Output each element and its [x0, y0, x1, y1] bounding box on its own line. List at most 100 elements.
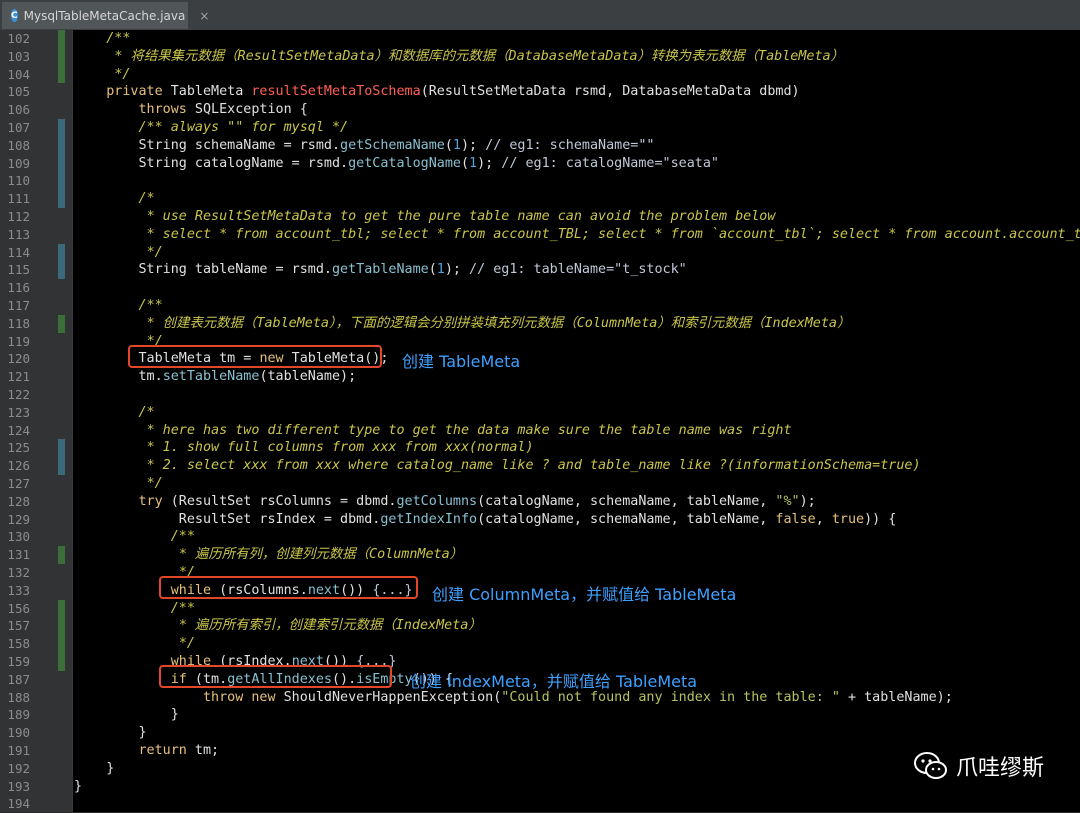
code-text: * 创建表元数据（TableMeta），下面的逻辑会分别拼装填充列元数据（Col…: [146, 315, 851, 331]
line-number: 104: [7, 66, 30, 82]
code-line[interactable]: 127 */: [0, 475, 1080, 493]
line-number: 129: [7, 511, 30, 527]
code-line[interactable]: 102 /**: [0, 30, 1080, 48]
file-tab-title: MysqlTableMetaCache.java: [23, 8, 186, 23]
code-line[interactable]: 116: [0, 279, 1080, 297]
vcs-change-marker: [58, 30, 65, 84]
line-number: 125: [7, 440, 30, 456]
code-text: * 2. select xxx from xxx where catalog_n…: [146, 458, 921, 474]
editor-tab-bar: C MysqlTableMetaCache.java ×: [0, 0, 1080, 31]
code-line[interactable]: 130 /**: [0, 528, 1080, 546]
line-number: 102: [7, 31, 30, 46]
code-text: * 1. show full columns from xxx from xxx…: [146, 440, 534, 456]
code-text: */: [146, 476, 163, 491]
code-line[interactable]: 125 * 1. show full columns from xxx from…: [0, 439, 1080, 457]
code-text: * here has two different type to get the…: [146, 422, 792, 438]
code-text: private TableMeta resultSetMetaToSchema(…: [106, 84, 800, 100]
line-number: 192: [7, 760, 30, 776]
code-text: return tm;: [138, 743, 220, 758]
code-line[interactable]: 108 String schemaName = rsmd.getSchemaNa…: [0, 137, 1080, 155]
line-number: 131: [7, 547, 30, 563]
line-number: 112: [7, 209, 30, 224]
code-text: * 将结果集元数据（ResultSetMetaData）和数据库的元数据（Dat…: [114, 48, 844, 64]
code-line[interactable]: 110: [0, 172, 1080, 190]
code-line[interactable]: 105 private TableMeta resultSetMetaToSch…: [0, 83, 1080, 101]
code-line[interactable]: 118 * 创建表元数据（TableMeta），下面的逻辑会分别拼装填充列元数据…: [0, 315, 1080, 333]
watermark-text: 爪哇缪斯: [955, 756, 1044, 781]
line-number: 116: [7, 280, 30, 296]
file-tab[interactable]: C MysqlTableMetaCache.java ×: [2, 2, 209, 29]
code-text: tm.setTableName(tableName);: [74, 369, 357, 385]
code-line[interactable]: 107 /** always "" for mysql */: [0, 119, 1080, 137]
highlight-box-columns: [159, 576, 418, 599]
code-text: }: [74, 778, 83, 794]
line-number: 157: [7, 618, 30, 634]
code-text: */: [178, 636, 195, 652]
code-line[interactable]: 128 try (ResultSet rsColumns = dbmd.getC…: [0, 493, 1080, 511]
code-line[interactable]: 115 String tableName = rsmd.getTableName…: [0, 261, 1080, 279]
line-number: 158: [7, 636, 30, 652]
code-text: /**: [138, 298, 163, 313]
code-text: }: [74, 725, 147, 741]
highlight-box-index: [159, 665, 392, 688]
code-line[interactable]: 129 ResultSet rsIndex = dbmd.getIndexInf…: [0, 511, 1080, 529]
code-text: String tableName = rsmd.getTableName(1);…: [74, 262, 687, 278]
code-line[interactable]: 123 /*: [0, 404, 1080, 422]
line-number: 133: [7, 582, 30, 598]
code-line[interactable]: 157 * 遍历所有索引，创建索引元数据（IndexMeta）: [0, 617, 1080, 635]
line-number: 110: [7, 173, 30, 189]
wechat-icon: [913, 752, 947, 779]
vcs-change-marker: [58, 599, 65, 671]
line-number: 156: [7, 600, 30, 616]
vcs-change-marker: [58, 439, 65, 475]
code-text: */: [114, 66, 131, 82]
code-line[interactable]: 111 /*: [0, 190, 1080, 208]
code-text: ResultSet rsIndex = dbmd.getIndexInfo(ca…: [74, 511, 897, 527]
line-number: 109: [7, 155, 30, 171]
line-number: 126: [7, 458, 30, 474]
code-line[interactable]: 114 */: [0, 244, 1080, 262]
code-line[interactable]: 117 /**: [0, 297, 1080, 315]
line-number: 114: [7, 244, 30, 260]
code-editor[interactable]: 102 /** 103 * 将结果集元数据（ResultSetMetaData）和…: [0, 30, 1080, 812]
code-text: /**: [170, 529, 195, 545]
line-number: 119: [7, 333, 30, 349]
code-line[interactable]: 189 }: [0, 706, 1080, 724]
code-text: /*: [138, 191, 155, 207]
line-number: 128: [7, 493, 30, 509]
highlight-box-tablemeta: [128, 345, 382, 368]
code-line[interactable]: 126 * 2. select xxx from xxx where catal…: [0, 457, 1080, 475]
code-line[interactable]: 112 * use ResultSetMetaData to get the p…: [0, 208, 1080, 226]
line-number: 107: [7, 120, 30, 135]
code-line[interactable]: 194: [0, 795, 1080, 813]
code-line[interactable]: 113 * select * from account_tbl; select …: [0, 226, 1080, 244]
code-line[interactable]: 121 tm.setTableName(tableName);: [0, 368, 1080, 386]
close-icon[interactable]: ×: [199, 9, 209, 23]
line-number: 113: [7, 226, 30, 242]
line-number: 190: [7, 725, 30, 741]
code-line[interactable]: 190 }: [0, 724, 1080, 742]
code-line[interactable]: 122: [0, 386, 1080, 404]
code-text: /** always "" for mysql */: [138, 120, 349, 135]
vcs-change-marker: [58, 243, 65, 280]
line-number: 132: [7, 565, 30, 580]
code-text: * use ResultSetMetaData to get the pure …: [146, 209, 776, 224]
line-number: 108: [7, 137, 30, 153]
code-line[interactable]: 104 */: [0, 66, 1080, 84]
code-line[interactable]: 158 */: [0, 635, 1080, 653]
line-number: 117: [7, 298, 30, 313]
code-text: */: [146, 244, 163, 260]
code-line[interactable]: 124 * here has two different type to get…: [0, 422, 1080, 440]
line-number: 122: [7, 387, 30, 402]
line-number: 194: [7, 796, 30, 812]
line-number: 111: [7, 191, 30, 207]
code-line[interactable]: 109 String catalogName = rsmd.getCatalog…: [0, 155, 1080, 173]
code-line[interactable]: 103 * 将结果集元数据（ResultSetMetaData）和数据库的元数据…: [0, 48, 1080, 66]
code-text: * 遍历所有索引，创建索引元数据（IndexMeta）: [178, 618, 482, 634]
vcs-change-marker: [58, 546, 65, 564]
code-line[interactable]: 131 * 遍历所有列，创建列元数据（ColumnMeta）: [0, 546, 1080, 564]
line-number: 118: [7, 315, 30, 331]
line-number: 188: [7, 689, 30, 705]
annotation-create-tablemeta: 创建 TableMeta: [402, 352, 521, 371]
code-line[interactable]: 106 throws SQLException {: [0, 101, 1080, 119]
